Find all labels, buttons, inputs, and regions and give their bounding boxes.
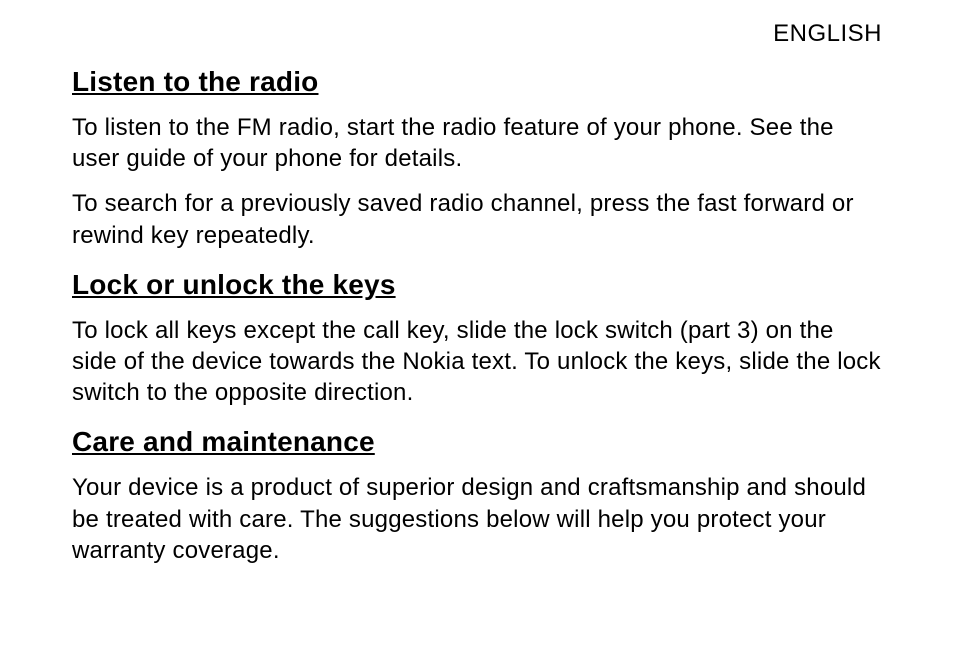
language-label: ENGLISH — [72, 20, 882, 48]
body-paragraph: To lock all keys except the call key, sl… — [72, 315, 882, 409]
body-paragraph: To listen to the FM radio, start the rad… — [72, 112, 882, 174]
section-heading-radio: Listen to the radio — [72, 66, 882, 98]
body-paragraph: To search for a previously saved radio c… — [72, 188, 882, 250]
section-heading-care: Care and maintenance — [72, 426, 882, 458]
document-page: ENGLISH Listen to the radio To listen to… — [0, 0, 954, 600]
body-paragraph: Your device is a product of superior des… — [72, 472, 882, 566]
section-heading-lock: Lock or unlock the keys — [72, 269, 882, 301]
